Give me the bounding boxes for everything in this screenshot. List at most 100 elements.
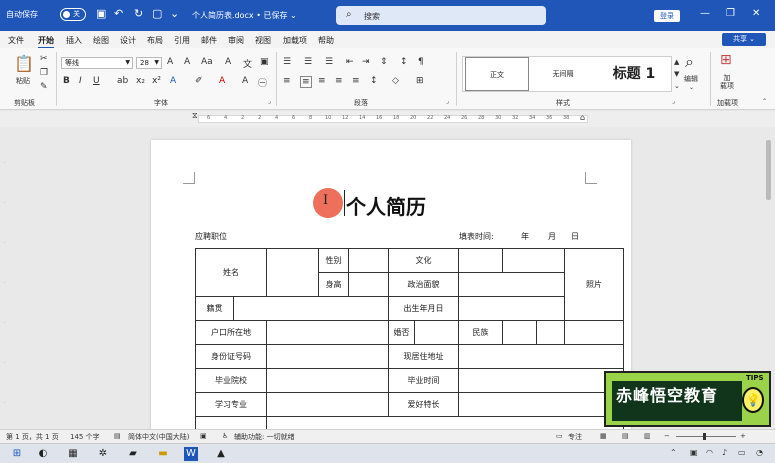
text-effects-icon[interactable]: A [170, 76, 176, 86]
paste-label[interactable]: 粘贴 [16, 76, 30, 86]
autosave-toggle[interactable]: 关 [60, 8, 86, 21]
chinese-layout-icon[interactable]: ⇕ [380, 57, 388, 67]
tab-home[interactable]: 开始 [38, 35, 54, 49]
paragraph-dialog-launcher-icon[interactable]: ⌟ [446, 98, 449, 105]
save-icon[interactable]: ▣ [96, 7, 106, 20]
native-place-value[interactable] [233, 296, 389, 321]
grad-time-value[interactable] [458, 368, 624, 393]
font-size-combo[interactable]: 28 ▼ [136, 57, 162, 69]
politics-value[interactable] [458, 272, 565, 297]
culture-value-extra[interactable] [502, 248, 565, 273]
tab-mailings[interactable]: 邮件 [201, 35, 217, 46]
zoom-out-icon[interactable]: − [664, 432, 670, 440]
calculator-icon[interactable]: ▦ [66, 447, 80, 461]
undo-icon[interactable]: ↶ [114, 7, 123, 20]
household-value[interactable] [266, 320, 389, 345]
bullets-icon[interactable]: ☰ [283, 57, 291, 67]
document-page[interactable]: I 个人简历 应聘职位 填表时间: 年 月 日 姓名 性别 文化 照片 身高 政… [151, 140, 631, 441]
styles-more-icon[interactable]: ⌄ [674, 82, 680, 90]
tab-draw[interactable]: 绘图 [93, 35, 109, 46]
distributed-icon[interactable]: ≡ [352, 76, 360, 86]
style-no-spacing[interactable]: 无间隔 [531, 57, 595, 91]
battery-icon[interactable]: ▭ [738, 448, 746, 457]
tab-help[interactable]: 帮助 [318, 35, 334, 46]
font-color-icon[interactable]: A [219, 76, 225, 86]
clear-format-icon[interactable]: A [225, 57, 231, 67]
height-label[interactable]: 身高 [318, 272, 349, 297]
char-border-icon[interactable]: ▣ [260, 57, 269, 67]
tab-design[interactable]: 设计 [120, 35, 136, 46]
file-icon[interactable]: ▢ [152, 7, 162, 20]
copy-icon[interactable]: ❐ [40, 68, 48, 78]
zoom-slider[interactable] [676, 436, 736, 437]
vertical-scrollbar[interactable] [766, 140, 771, 200]
find-icon[interactable]: ⌕ [685, 52, 694, 72]
residence-label[interactable]: 现居住地址 [388, 344, 459, 369]
apply-position-label[interactable]: 应聘职位 [195, 231, 227, 242]
web-layout-icon[interactable]: ▥ [644, 432, 651, 440]
app-icon[interactable]: ✲ [96, 447, 110, 461]
start-icon[interactable]: ⊞ [10, 447, 24, 461]
print-layout-icon[interactable]: ▤ [622, 432, 629, 440]
grow-font-icon[interactable]: A [167, 57, 173, 67]
major-label[interactable]: 学习专业 [195, 392, 267, 417]
day-label[interactable]: 日 [571, 231, 579, 242]
year-label[interactable]: 年 [521, 231, 529, 242]
horizontal-ruler[interactable]: ⧖ 6 4 2 2 4 6 8 10 12 14 16 18 20 22 24 … [0, 111, 775, 127]
sort-icon[interactable]: ↕ [400, 57, 408, 67]
native-place-label[interactable]: 籍贯 [195, 296, 234, 321]
grad-time-label[interactable]: 毕业时间 [388, 368, 459, 393]
marital-value[interactable] [414, 320, 459, 345]
customize-icon[interactable]: ⌄ [170, 7, 179, 20]
culture-label[interactable]: 文化 [388, 248, 459, 273]
show-marks-icon[interactable]: ¶ [418, 57, 424, 67]
page-count[interactable]: 第 1 页，共 1 页 [6, 432, 59, 442]
focus-label[interactable]: 专注 [568, 432, 582, 442]
cut-icon[interactable]: ✂ [40, 54, 48, 64]
bold-icon[interactable]: B [63, 76, 70, 86]
login-button[interactable]: 登录 [654, 10, 680, 22]
restore-icon[interactable]: ❐ [726, 8, 735, 19]
ethnicity-value[interactable] [502, 320, 537, 345]
accessibility-icon[interactable]: ♿ [222, 432, 228, 440]
focus-icon[interactable]: ▭ [556, 432, 563, 440]
char-shading-icon[interactable]: A [242, 76, 248, 86]
font-name-combo[interactable]: 等线 ▼ [61, 57, 133, 69]
document-heading[interactable]: 个人简历 [346, 191, 426, 220]
phonetic-icon[interactable]: 文 [243, 57, 252, 70]
minimize-icon[interactable]: — [700, 8, 710, 19]
line-spacing-icon[interactable]: ↕ [370, 76, 378, 86]
ethnicity-label[interactable]: 民族 [458, 320, 503, 345]
proofing-icon[interactable]: ▤ [114, 432, 121, 440]
addins-icon[interactable]: ⊞ [720, 52, 732, 68]
ethnicity-extra[interactable] [536, 320, 565, 345]
folder-icon[interactable]: ▬ [156, 447, 170, 461]
school-value[interactable] [266, 368, 389, 393]
right-indent-icon[interactable]: ⌂ [580, 113, 585, 122]
redo-icon[interactable]: ↻ [134, 7, 143, 20]
hobbies-value[interactable] [458, 392, 624, 417]
style-normal[interactable]: 正文 [465, 57, 529, 91]
household-label[interactable]: 户口所在地 [195, 320, 267, 345]
volume-icon[interactable]: ♪ [722, 448, 727, 457]
word-icon[interactable]: W [184, 447, 198, 461]
align-left-icon[interactable]: ≡ [283, 76, 291, 86]
chevron-down-icon[interactable]: ⌄ [689, 84, 694, 91]
addins-button-label[interactable]: 加 载项 [720, 74, 734, 90]
strikethrough-icon[interactable]: ab [117, 76, 128, 86]
hobbies-label[interactable]: 爱好特长 [388, 392, 459, 417]
height-value[interactable] [348, 272, 389, 297]
increase-indent-icon[interactable]: ⇥ [362, 57, 370, 67]
paste-icon[interactable]: 📋 [14, 54, 34, 73]
align-center-icon[interactable]: ≡ [300, 76, 312, 88]
style-heading-1[interactable]: 标题 1 [597, 57, 671, 91]
month-label[interactable]: 月 [548, 231, 556, 242]
styles-scroll-up-icon[interactable]: ▲ [674, 58, 679, 66]
shading-icon[interactable]: ◇ [392, 76, 399, 86]
change-case-icon[interactable]: Aa [201, 57, 213, 67]
resume-table[interactable]: 姓名 性别 文化 照片 身高 政治面貌 籍贯 出生年月日 户口所在地 婚否 民族 [195, 248, 624, 441]
id-number-value[interactable] [266, 344, 389, 369]
shrink-font-icon[interactable]: A [184, 57, 190, 67]
highlight-icon[interactable]: ✐ [195, 76, 203, 86]
subscript-icon[interactable]: x₂ [136, 76, 145, 86]
